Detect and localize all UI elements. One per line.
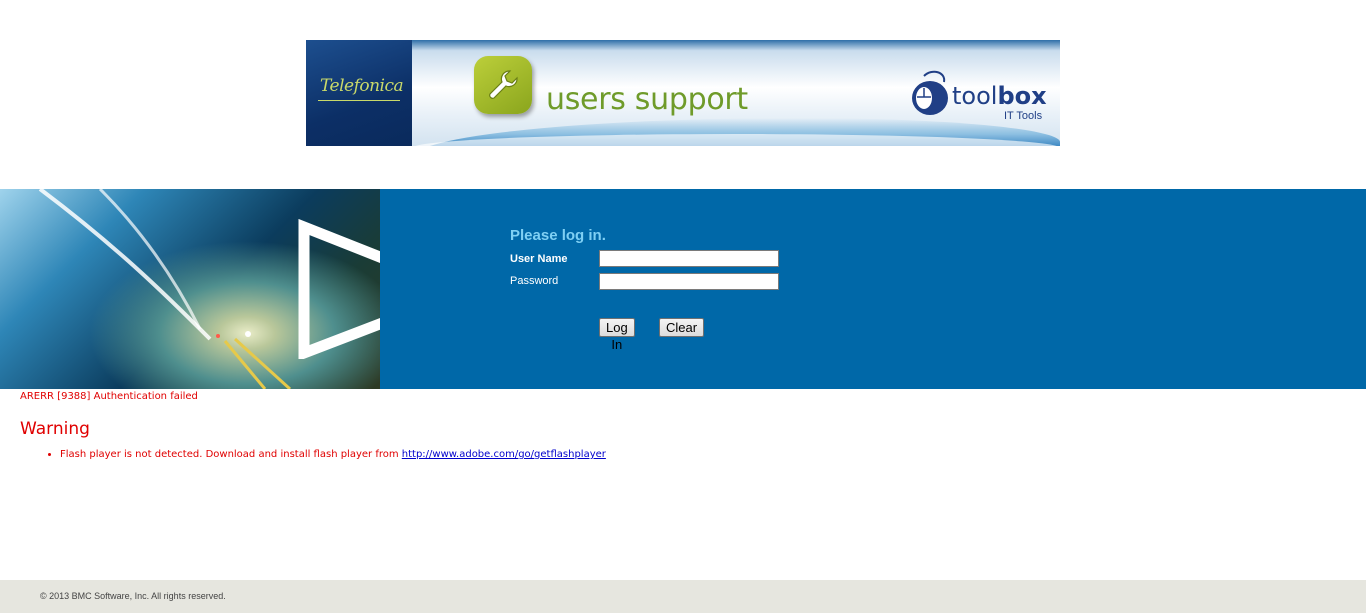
banner-title: users support (546, 82, 748, 117)
warning-item: Flash player is not detected. Download a… (60, 449, 606, 460)
password-label: Password (510, 275, 559, 287)
toolbox-suffix: box (997, 82, 1047, 110)
copyright-text: © 2013 BMC Software, Inc. All rights res… (40, 591, 226, 601)
warning-list: Flash player is not detected. Download a… (46, 449, 606, 460)
header-banner: Telefonica users support toolbox IT Tool… (306, 40, 1060, 146)
tunnel-image (0, 189, 380, 389)
warning-text: Flash player is not detected. Download a… (60, 449, 402, 460)
login-band: Please log in. User Name Password Log In… (0, 189, 1366, 389)
password-input[interactable] (599, 273, 779, 290)
logo-underline (318, 100, 400, 101)
wrench-icon (474, 56, 532, 114)
error-message: ARERR [9388] Authentication failed (20, 391, 198, 402)
username-label: User Name (510, 253, 568, 265)
footer: © 2013 BMC Software, Inc. All rights res… (0, 580, 1366, 613)
mouse-icon (910, 70, 950, 122)
toolbox-prefix: tool (952, 82, 998, 110)
warning-heading: Warning (20, 419, 90, 439)
band-spacer (380, 189, 484, 389)
clear-button[interactable]: Clear (659, 318, 705, 337)
username-input[interactable] (599, 250, 779, 267)
login-heading: Please log in. (510, 227, 606, 244)
telefonica-panel: Telefonica (306, 40, 412, 146)
flash-download-link[interactable]: http://www.adobe.com/go/getflashplayer (402, 449, 606, 460)
toolbox-logo: toolbox (952, 82, 1047, 110)
login-button[interactable]: Log In (599, 318, 635, 352)
toolbox-subtitle: IT Tools (1004, 110, 1043, 122)
telefonica-logo: Telefonica (320, 76, 404, 96)
play-arrow-icon (298, 219, 380, 359)
